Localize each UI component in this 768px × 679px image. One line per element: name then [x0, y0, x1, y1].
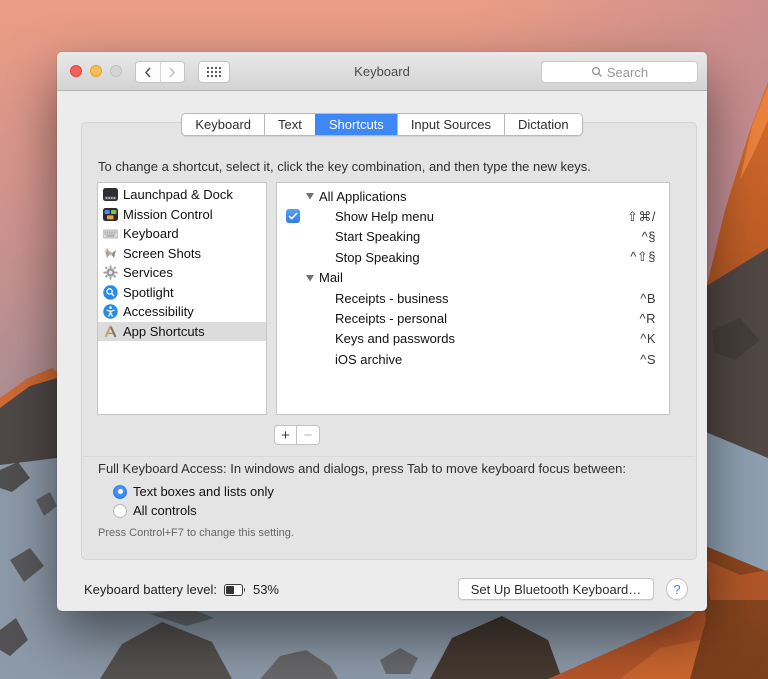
- category-label: Keyboard: [123, 226, 179, 242]
- category-keyboard[interactable]: Keyboard: [98, 224, 266, 244]
- shortcut-label: Keys and passwords: [335, 331, 455, 347]
- group-label: Mail: [319, 270, 343, 286]
- title-bar[interactable]: Keyboard Search: [57, 52, 707, 91]
- shortcut-row[interactable]: Show Help menu ⇧⌘/: [277, 206, 669, 226]
- radio-unselected-icon[interactable]: [113, 503, 127, 518]
- shortcut-row[interactable]: Stop Speaking ^⇧§: [277, 247, 669, 267]
- battery-status: Keyboard battery level: 53%: [84, 582, 279, 597]
- category-label: Services: [123, 265, 173, 281]
- tab-dictation[interactable]: Dictation: [504, 114, 582, 135]
- shortcut-group-row[interactable]: Mail: [277, 268, 669, 288]
- shortcut-category-list[interactable]: Launchpad & Dock Mission Control Keyboar…: [97, 182, 267, 415]
- category-label: App Shortcuts: [123, 323, 205, 339]
- shortcuts-pane: To change a shortcut, select it, click t…: [81, 122, 697, 560]
- forward-button: [159, 62, 185, 82]
- minimize-button[interactable]: [90, 65, 102, 77]
- chevron-left-icon: [144, 66, 151, 78]
- control-f7-note: Press Control+F7 to change this setting.: [98, 527, 294, 539]
- battery-icon: [223, 583, 245, 596]
- shortcut-keys: ^⇧§: [630, 249, 656, 265]
- tab-input-sources[interactable]: Input Sources: [396, 114, 505, 135]
- shortcut-keys: ^K: [640, 331, 656, 347]
- add-shortcut-button[interactable]: +: [274, 425, 297, 445]
- close-button[interactable]: [70, 65, 82, 77]
- search-icon: [591, 66, 602, 78]
- shortcut-row[interactable]: Receipts - business ^B: [277, 288, 669, 308]
- app-shortcuts-icon: [102, 323, 118, 339]
- radio-selected-icon[interactable]: [113, 484, 127, 499]
- grid-icon: [207, 66, 221, 77]
- shortcut-label: Start Speaking: [335, 229, 421, 245]
- remove-shortcut-button: −: [297, 425, 320, 445]
- shortcut-label: Show Help menu: [335, 209, 434, 225]
- category-app-shortcuts[interactable]: App Shortcuts: [98, 321, 266, 341]
- instruction-text: To change a shortcut, select it, click t…: [98, 159, 591, 174]
- search-input[interactable]: Search: [541, 61, 698, 83]
- disclosure-triangle-icon[interactable]: [306, 274, 314, 282]
- shortcut-label: Receipts - personal: [335, 311, 447, 327]
- tab-keyboard[interactable]: Keyboard: [182, 114, 265, 135]
- battery-label: Keyboard battery level:: [84, 582, 217, 597]
- shortcut-row[interactable]: Keys and passwords ^K: [277, 329, 669, 349]
- shortcut-keys: ^S: [640, 351, 656, 367]
- shortcut-row[interactable]: Receipts - personal ^R: [277, 308, 669, 328]
- category-label: Screen Shots: [123, 245, 202, 261]
- check-icon: [288, 212, 298, 221]
- category-mission-control[interactable]: Mission Control: [98, 205, 266, 225]
- gear-icon: [102, 265, 118, 281]
- full-keyboard-access-heading: Full Keyboard Access: In windows and dia…: [98, 461, 626, 476]
- shortcut-group-row[interactable]: All Applications: [277, 186, 669, 206]
- tab-text[interactable]: Text: [264, 114, 315, 135]
- list-edit-buttons: + −: [274, 425, 320, 445]
- show-all-button[interactable]: [198, 61, 230, 83]
- section-divider: [83, 456, 695, 457]
- shortcut-keys: ^R: [639, 311, 656, 327]
- dock-icon: [102, 187, 118, 203]
- shortcut-row[interactable]: iOS archive ^S: [277, 349, 669, 369]
- shortcut-keys: ^§: [641, 229, 656, 245]
- shortcut-detail-list[interactable]: All Applications Show Help menu ⇧⌘/ Star…: [276, 182, 670, 415]
- category-screen-shots[interactable]: Screen Shots: [98, 244, 266, 264]
- radio-option-all-controls[interactable]: All controls: [113, 503, 197, 518]
- keyboard-preferences-window: Keyboard Search Keyboard Text Shortcuts …: [57, 52, 707, 611]
- mission-control-icon: [102, 206, 118, 222]
- zoom-button: [110, 65, 122, 77]
- shortcut-label: iOS archive: [335, 351, 403, 367]
- category-label: Accessibility: [123, 304, 194, 320]
- battery-percent: 53%: [252, 582, 279, 597]
- category-accessibility[interactable]: Accessibility: [98, 302, 266, 322]
- accessibility-icon: [102, 304, 118, 320]
- navigation-buttons: [135, 61, 185, 83]
- keyboard-icon: [102, 226, 118, 242]
- category-label: Mission Control: [123, 206, 213, 222]
- shortcut-keys: ^B: [640, 290, 656, 306]
- spotlight-icon: [102, 284, 118, 300]
- radio-label: All controls: [133, 503, 197, 518]
- shortcut-keys: ⇧⌘/: [626, 208, 656, 224]
- screenshot-icon: [102, 245, 118, 261]
- desktop: Keyboard Search Keyboard Text Shortcuts …: [0, 0, 768, 679]
- category-label: Launchpad & Dock: [123, 187, 233, 203]
- shortcut-label: Stop Speaking: [335, 249, 420, 265]
- shortcut-label: Receipts - business: [335, 290, 449, 306]
- tab-bar: Keyboard Text Shortcuts Input Sources Di…: [57, 113, 707, 136]
- group-label: All Applications: [319, 188, 407, 204]
- chevron-right-icon: [169, 66, 176, 78]
- checkbox-checked[interactable]: [286, 209, 300, 224]
- search-placeholder: Search: [606, 64, 649, 80]
- disclosure-triangle-icon[interactable]: [306, 193, 314, 200]
- category-spotlight[interactable]: Spotlight: [98, 283, 266, 303]
- tab-shortcuts[interactable]: Shortcuts: [314, 114, 397, 135]
- category-services[interactable]: Services: [98, 263, 266, 283]
- setup-bluetooth-keyboard-button[interactable]: Set Up Bluetooth Keyboard…: [458, 578, 654, 600]
- category-label: Spotlight: [123, 284, 174, 300]
- category-launchpad-dock[interactable]: Launchpad & Dock: [98, 185, 266, 205]
- help-button[interactable]: ?: [666, 578, 688, 600]
- radio-option-text-boxes[interactable]: Text boxes and lists only: [113, 484, 274, 499]
- shortcut-row[interactable]: Start Speaking ^§: [277, 227, 669, 247]
- radio-label: Text boxes and lists only: [133, 484, 274, 499]
- back-button[interactable]: [136, 62, 160, 82]
